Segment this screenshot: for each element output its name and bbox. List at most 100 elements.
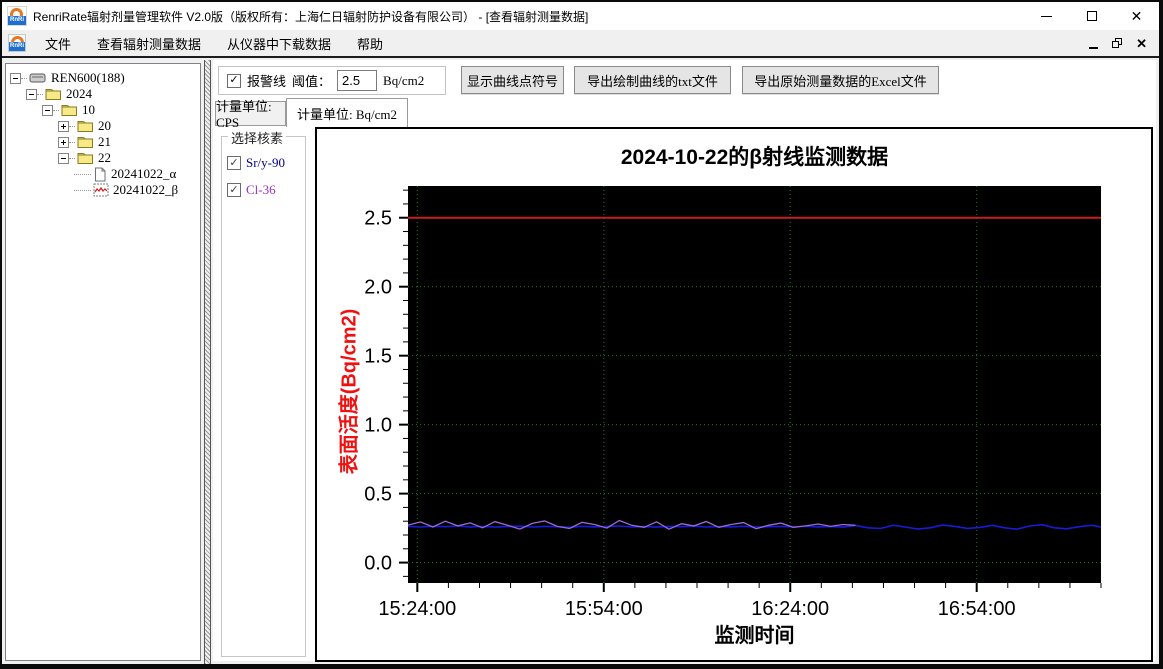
minimize-button[interactable] (1024, 2, 1069, 30)
mdi-minimize-button[interactable] (1089, 46, 1099, 49)
alarm-line-checkbox[interactable]: ✓ (227, 73, 241, 88)
chart-title: 2024-10-22的β射线监测数据 (620, 146, 889, 169)
collapse-toggle-icon[interactable] (26, 88, 37, 100)
folder-icon (61, 103, 78, 117)
logo-text-small: RnRi (9, 42, 25, 51)
menu-bar: RnRi 文件 查看辐射测量数据 从仪器中下载数据 帮助 ✕ (2, 30, 1159, 58)
measurement-data-tree: REN600(188) 2024 10 20 21 22 20241022_α 2024102… (5, 63, 201, 661)
close-button[interactable]: ✕ (1114, 2, 1159, 30)
alarm-line-label: 报警线 (247, 74, 287, 89)
tree-connector (69, 157, 75, 159)
tree-connector (69, 141, 75, 143)
tree-item-label[interactable]: 20 (96, 118, 113, 134)
maximize-icon (1086, 11, 1097, 21)
window-controls: ✕ (1024, 2, 1159, 30)
folder-icon (45, 87, 62, 101)
svg-text:15:54:00: 15:54:00 (565, 598, 643, 620)
alarm-line-group: ✓ 报警线 阈值： Bq/cm2 (218, 66, 446, 95)
panel-splitter[interactable] (204, 60, 211, 664)
expand-toggle-icon[interactable] (58, 136, 69, 148)
tree-connector (21, 77, 27, 79)
app-window: RnRi RenriRate辐射剂量管理软件 V2.0版（版权所有：上海仁日辐射… (0, 0, 1163, 669)
menu-item-3[interactable]: 帮助 (344, 30, 396, 56)
tree-connector (74, 189, 91, 191)
tree-row-20241022_β: 20241022_β (6, 182, 200, 198)
svg-text:16:24:00: 16:24:00 (751, 598, 829, 620)
main-area: REN600(188) 2024 10 20 21 22 20241022_α 2024102… (2, 60, 1159, 664)
folder-icon (77, 135, 94, 149)
svg-text:15:24:00: 15:24:00 (378, 598, 456, 620)
tree-connector (37, 93, 43, 95)
content-panel: ✓ 报警线 阈值： Bq/cm2 显示曲线点符号导出绘制曲线的txt文件导出原始… (213, 60, 1156, 662)
tree-item-label[interactable]: 20241022_α (109, 166, 178, 182)
tree-row-20: 20 (6, 118, 200, 134)
tree-row-20241022_α: 20241022_α (6, 166, 200, 182)
menu-item-2[interactable]: 从仪器中下载数据 (214, 30, 344, 56)
tree-connector (53, 109, 59, 111)
tab-unit-1[interactable]: 计量单位: Bq/cm2 (286, 98, 408, 127)
svg-text:2.0: 2.0 (364, 277, 392, 299)
nuclide-panel-title: 选择核素 (228, 128, 287, 147)
nuclide-label: Cl-36 (246, 182, 276, 197)
y-axis-title: 表面活度(Bq/cm2) (338, 308, 361, 475)
folder-icon (77, 119, 94, 133)
x-axis-title: 监测时间 (714, 625, 795, 647)
tree-item-label[interactable]: 10 (80, 102, 97, 118)
nuclide-item-Sr/y-90: ✓ Sr/y-90 (227, 155, 305, 171)
tree-connector (74, 173, 91, 175)
svg-text:16:54:00: 16:54:00 (938, 598, 1016, 620)
tree-row-REN600(188): REN600(188) (6, 70, 200, 86)
menu-item-0[interactable]: 文件 (32, 30, 84, 56)
tree-row-2024: 2024 (6, 86, 200, 102)
tree-connector (69, 125, 75, 127)
tree-item-label[interactable]: REN600(188) (49, 70, 127, 86)
menu-item-1[interactable]: 查看辐射测量数据 (84, 30, 214, 56)
mdi-close-button[interactable]: ✕ (1136, 37, 1147, 50)
svg-text:2.5: 2.5 (364, 208, 392, 230)
tree-item-label[interactable]: 21 (96, 134, 113, 150)
title-bar: RnRi RenriRate辐射剂量管理软件 V2.0版（版权所有：上海仁日辐射… (2, 2, 1159, 30)
chart-icon (93, 183, 109, 197)
tree-row-22: 22 (6, 150, 200, 166)
mdi-restore-button[interactable] (1112, 38, 1123, 48)
threshold-input[interactable] (337, 70, 378, 91)
collapse-toggle-icon[interactable] (10, 72, 21, 84)
nuclide-item-Cl-36: ✓ Cl-36 (227, 182, 305, 198)
close-icon: ✕ (1130, 8, 1143, 24)
logo-text: RnRi (8, 16, 26, 25)
mdi-child-icon: RnRi (8, 34, 26, 52)
svg-text:0.0: 0.0 (364, 553, 392, 575)
folder-icon (77, 151, 94, 165)
beta-monitoring-chart: 0.0 0.5 1.0 1.5 2.0 2.5 15:24:00 15:54:00 16:24:… (364, 186, 1102, 620)
nuclide-checkbox[interactable]: ✓ (227, 156, 241, 170)
threshold-unit-label: Bq/cm2 (383, 72, 425, 88)
doc-icon (93, 167, 107, 182)
tree-row-10: 10 (6, 102, 200, 118)
svg-text:0.5: 0.5 (364, 484, 392, 506)
tree-item-label[interactable]: 20241022_β (111, 182, 180, 198)
nuclide-label: Sr/y-90 (246, 155, 285, 170)
expand-toggle-icon[interactable] (58, 120, 69, 132)
collapse-toggle-icon[interactable] (58, 152, 69, 164)
tree-item-label[interactable]: 22 (96, 150, 113, 166)
nuclide-checkbox[interactable]: ✓ (227, 183, 241, 197)
svg-text:1.0: 1.0 (364, 415, 392, 437)
tab-unit-0[interactable]: 计量单位: CPS (215, 99, 286, 130)
toolbar-button-0[interactable]: 显示曲线点符号 (461, 66, 564, 94)
window-title: RenriRate辐射剂量管理软件 V2.0版（版权所有：上海仁日辐射防护设备有… (33, 9, 589, 24)
threshold-label: 阈值： (292, 74, 332, 89)
minimize-icon (1041, 15, 1052, 17)
svg-text:1.5: 1.5 (364, 346, 392, 368)
mdi-window-controls: ✕ (1089, 37, 1159, 50)
maximize-button[interactable] (1069, 2, 1114, 30)
collapse-toggle-icon[interactable] (42, 104, 53, 116)
chart-panel: 0.0 0.5 1.0 1.5 2.0 2.5 15:24:00 15:54:00 16:24:… (315, 127, 1153, 662)
menu-items: 文件 查看辐射测量数据 从仪器中下载数据 帮助 (32, 30, 396, 56)
toolbar-button-2[interactable]: 导出原始测量数据的Excel文件 (742, 66, 939, 94)
nuclide-select-panel: 选择核素 ✓ Sr/y-90 ✓ Cl-36 (221, 128, 306, 657)
toolbar-button-1[interactable]: 导出绘制曲线的txt文件 (574, 66, 731, 94)
app-logo-icon: RnRi (7, 6, 27, 26)
tree-item-label[interactable]: 2024 (64, 86, 94, 102)
tree-row-21: 21 (6, 134, 200, 150)
device-icon (29, 71, 47, 85)
